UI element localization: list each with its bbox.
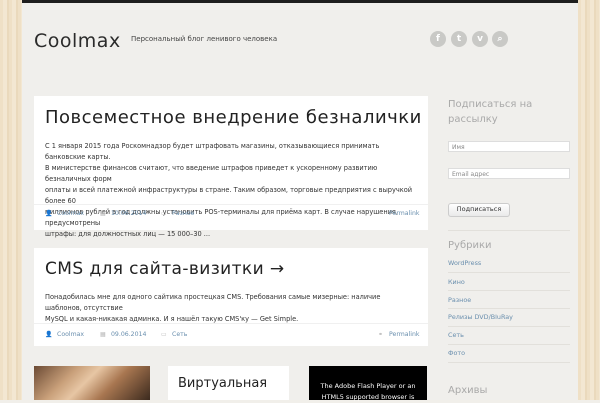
post-card: CMS для сайта-визитки → Понадобилась мне… (34, 248, 428, 346)
site-tagline: Персональный блог ленивого человека (131, 35, 278, 43)
sidebar-divider (448, 362, 570, 363)
post-title[interactable]: Повсеместное внедрение безналички (45, 107, 422, 128)
wood-background-left (0, 0, 22, 400)
post-excerpt-line: С 1 января 2015 года Роскомнадзор будет … (45, 142, 380, 161)
post-author[interactable]: Coolmax (57, 331, 84, 338)
sidebar-divider (448, 290, 570, 291)
sidebar-divider (448, 272, 570, 273)
video-player[interactable]: The Adobe Flash Player or an HTML5 suppo… (309, 366, 427, 401)
post-card-small: Виртуальная (168, 366, 289, 400)
link-icon: ⚭ (378, 210, 384, 217)
post-excerpt: С 1 января 2015 года Роскомнадзор будет … (45, 141, 414, 240)
post-title[interactable]: CMS для сайта-визитки → (45, 259, 284, 279)
post-excerpt: Понадобилась мне для одного сайтика прос… (45, 292, 414, 325)
post-card: Повсеместное внедрение безналички С 1 ян… (34, 96, 428, 238)
author-icon: 👤 (45, 331, 53, 338)
sidebar-item-category[interactable]: Релизы DVD/BluRay (448, 313, 513, 321)
search-icon[interactable]: ⌕ (492, 31, 508, 47)
twitter-icon[interactable]: t (451, 31, 467, 47)
site-title[interactable]: Coolmax (34, 30, 121, 52)
post-permalink[interactable]: Permalink (389, 331, 420, 338)
flash-notice-line: HTML5 supported browser is (321, 393, 415, 401)
facebook-icon[interactable]: f (430, 31, 446, 47)
email-field[interactable]: Email адрес (448, 168, 570, 179)
sidebar-item-category[interactable]: Сеть (448, 331, 464, 339)
link-icon: ⚭ (378, 331, 384, 338)
post-author[interactable]: Coolmax (57, 210, 84, 217)
post-category[interactable]: Сеть (172, 331, 187, 338)
post-meta-divider (34, 323, 428, 324)
post-category[interactable]: Разное (172, 210, 194, 217)
subscribe-button[interactable]: Подписаться (448, 203, 510, 217)
folder-icon: ▭ (161, 331, 167, 338)
sidebar-item-category[interactable]: Кино (448, 278, 465, 286)
calendar-icon: ▦ (100, 331, 106, 338)
sidebar-divider (448, 308, 570, 309)
wood-background-right (578, 0, 600, 400)
subscribe-heading: Подписаться на рассылку (448, 97, 532, 127)
flash-notice-line: The Adobe Flash Player or an (320, 382, 416, 390)
post-excerpt-line: В министерстве финансов считают, что вве… (45, 164, 378, 183)
author-icon: 👤 (45, 210, 53, 217)
sidebar-divider (448, 326, 570, 327)
post-excerpt-line: штрафы: для должностных лиц — 15 000–30 … (45, 230, 211, 238)
post-date[interactable]: 10.06.2014 (111, 210, 146, 217)
vimeo-icon[interactable]: v (472, 31, 488, 47)
post-date[interactable]: 09.06.2014 (111, 331, 146, 338)
post-excerpt-line: Понадобилась мне для одного сайтика прос… (45, 293, 381, 312)
sidebar-item-category[interactable]: Разное (448, 296, 471, 304)
categories-heading: Рубрики (448, 240, 492, 251)
sidebar-divider (448, 344, 570, 345)
name-field[interactable]: Имя (448, 141, 570, 152)
post-meta-divider (34, 204, 428, 205)
subscribe-heading-line: рассылку (448, 114, 498, 125)
post-title[interactable]: Виртуальная (178, 376, 267, 391)
folder-icon: ▭ (161, 210, 167, 217)
sidebar-item-category[interactable]: Фото (448, 349, 465, 357)
subscribe-heading-line: Подписаться на (448, 99, 533, 110)
post-permalink[interactable]: Permalink (389, 210, 420, 217)
calendar-icon: ▦ (100, 210, 106, 217)
post-thumbnail-image[interactable] (34, 366, 150, 400)
sidebar-divider (448, 230, 570, 231)
sidebar-item-category[interactable]: WordPress (448, 259, 481, 267)
archives-heading: Архивы (448, 385, 488, 396)
